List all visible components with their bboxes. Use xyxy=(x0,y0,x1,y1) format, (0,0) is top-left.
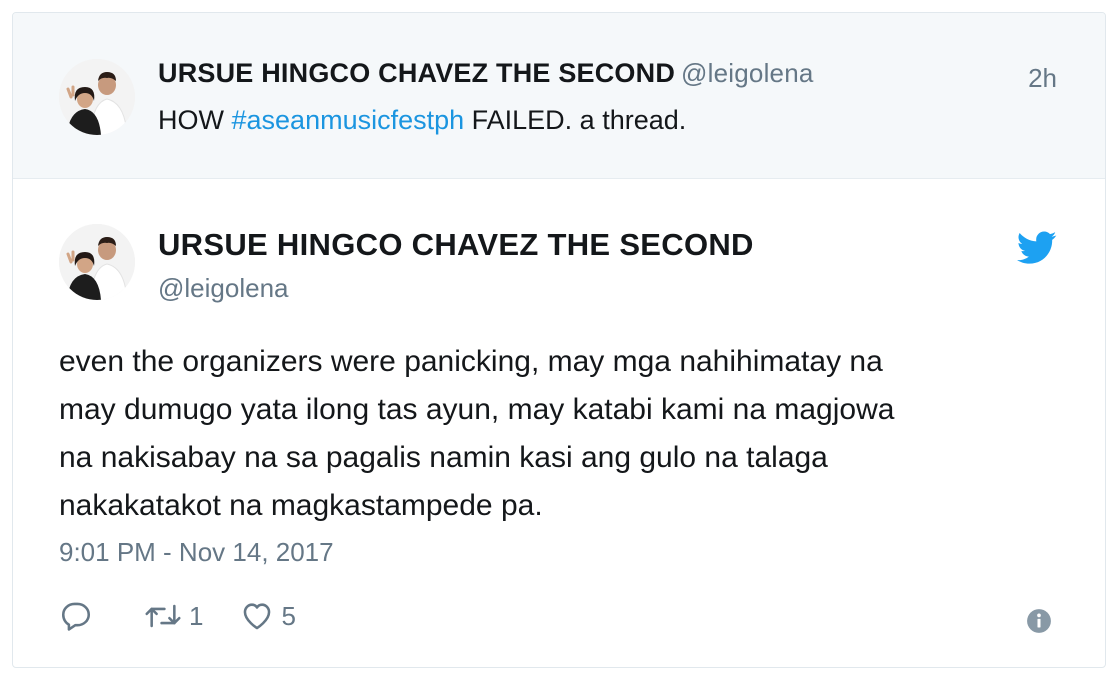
hashtag-link[interactable]: #aseanmusicfestph xyxy=(232,105,465,135)
tweet-actions: 1 5 xyxy=(59,596,296,636)
tweet-timestamp[interactable]: 9:01 PM - Nov 14, 2017 xyxy=(59,537,334,568)
parent-author[interactable]: URSUE HINGCO CHAVEZ THE SECOND @leigolena xyxy=(158,58,814,89)
heart-icon xyxy=(244,603,271,630)
profile-photo-icon xyxy=(59,59,135,135)
reply-icon xyxy=(61,602,91,631)
twitter-bird-icon[interactable] xyxy=(1017,231,1057,265)
tweet-body-line: nakakatakot na magkastampede pa. xyxy=(59,489,543,522)
info-icon[interactable] xyxy=(1026,608,1052,634)
like-button[interactable]: 5 xyxy=(239,599,296,633)
parent-handle[interactable]: @leigolena xyxy=(681,58,813,88)
main-display-name[interactable]: URSUE HINGCO CHAVEZ THE SECOND xyxy=(158,227,754,263)
parent-tweet[interactable]: URSUE HINGCO CHAVEZ THE SECOND @leigolena… xyxy=(13,13,1105,179)
tweet-body-line: na nakisabay na sa pagalis namin kasi an… xyxy=(59,441,828,474)
profile-photo-icon xyxy=(59,224,135,300)
parent-text-after: FAILED. a thread. xyxy=(464,105,687,135)
parent-text-before: HOW xyxy=(158,105,232,135)
tweet-body-line: even the organizers were panicking, may … xyxy=(59,345,883,378)
retweet-count: 1 xyxy=(189,600,204,631)
embedded-tweet-card: URSUE HINGCO CHAVEZ THE SECOND @leigolena… xyxy=(12,12,1106,668)
parent-avatar[interactable] xyxy=(59,59,135,135)
parent-time-ago[interactable]: 2h xyxy=(1028,63,1057,94)
tweet-body-line: may dumugo yata ilong tas ayun, may kata… xyxy=(59,393,895,426)
retweet-button[interactable]: 1 xyxy=(143,599,203,633)
main-handle[interactable]: @leigolena xyxy=(158,273,288,304)
retweet-icon xyxy=(145,604,181,628)
like-count: 5 xyxy=(281,600,296,631)
main-avatar[interactable] xyxy=(59,224,135,300)
tweet-body: even the organizers were panicking, may … xyxy=(59,338,1069,530)
parent-display-name[interactable]: URSUE HINGCO CHAVEZ THE SECOND xyxy=(158,58,675,88)
parent-tweet-text: HOW #aseanmusicfestph FAILED. a thread. xyxy=(158,105,686,136)
reply-button[interactable] xyxy=(59,599,93,633)
